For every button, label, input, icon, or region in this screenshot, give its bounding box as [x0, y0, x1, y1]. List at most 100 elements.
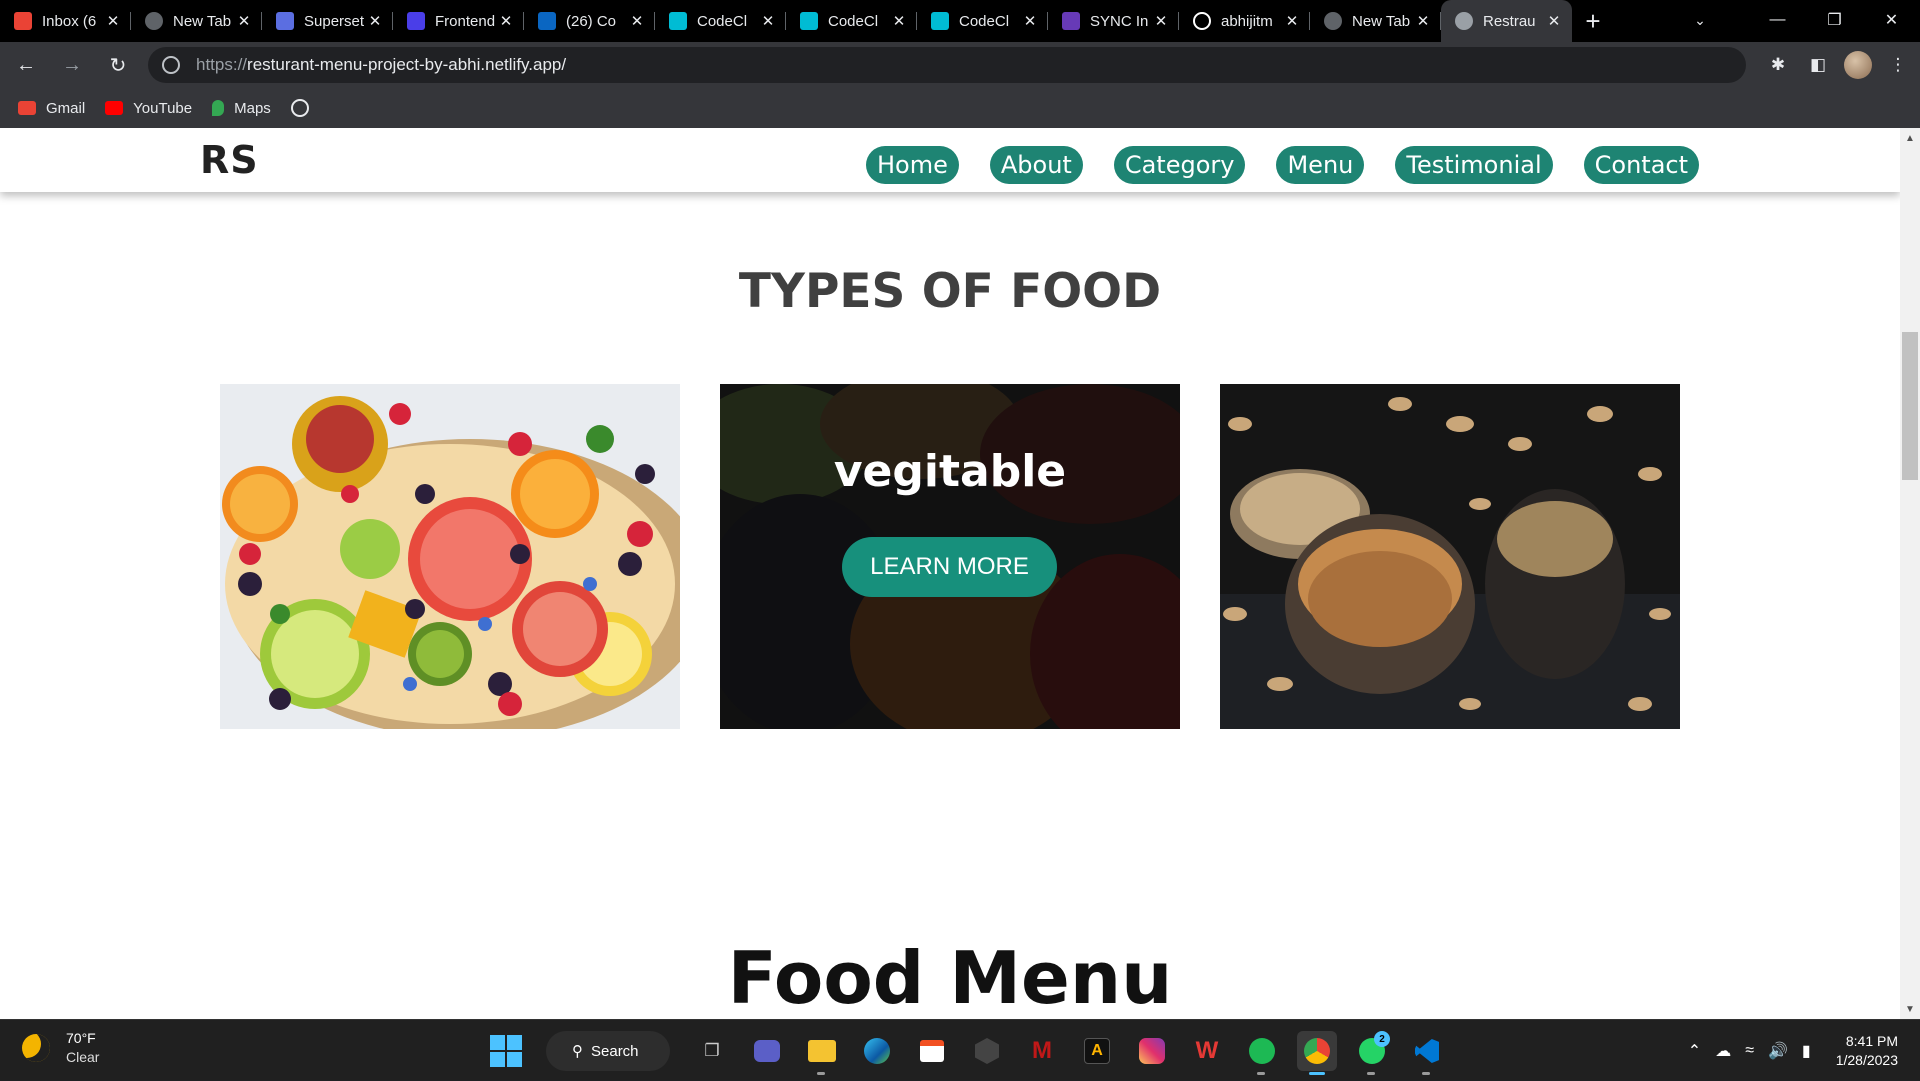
close-tab-icon[interactable]: ✕	[758, 11, 778, 31]
nav-testimonial[interactable]: Testimonial	[1395, 146, 1553, 184]
browser-tab[interactable]: abhijitm ✕	[1179, 0, 1310, 42]
restore-button[interactable]: ❐	[1806, 0, 1863, 40]
section-title: TYPES OF FOOD	[738, 264, 1162, 319]
close-tab-icon[interactable]: ✕	[1020, 11, 1040, 31]
browser-tab[interactable]: SYNC In ✕	[1048, 0, 1179, 42]
r-icon	[407, 12, 425, 30]
wifi-icon[interactable]: ≈	[1745, 1042, 1754, 1060]
teams-chat-icon[interactable]	[747, 1031, 787, 1071]
mcafee-icon[interactable]: M	[1022, 1031, 1062, 1071]
scroll-up-icon[interactable]: ▲	[1900, 128, 1920, 148]
globe-icon	[290, 99, 309, 117]
grains-image	[1220, 384, 1680, 729]
menu-icon[interactable]: ⋮	[1878, 45, 1918, 85]
scroll-thumb[interactable]	[1902, 332, 1918, 480]
close-tab-icon[interactable]: ✕	[1151, 11, 1171, 31]
food-card-grains[interactable]	[1220, 384, 1680, 729]
close-tab-icon[interactable]: ✕	[496, 11, 516, 31]
food-card-fruits[interactable]	[220, 384, 680, 729]
learn-more-button[interactable]: LEARN MORE	[842, 537, 1057, 597]
whatsapp-icon[interactable]: 2	[1352, 1031, 1392, 1075]
tab-title: New Tab	[173, 12, 232, 30]
address-bar[interactable]: https://resturant-menu-project-by-abhi.n…	[148, 47, 1746, 83]
browser-tab[interactable]: Superset ✕	[262, 0, 393, 42]
close-tab-icon[interactable]: ✕	[1413, 11, 1433, 31]
bookmark-maps[interactable]: Maps	[212, 100, 271, 117]
close-tab-icon[interactable]: ✕	[627, 11, 647, 31]
site-info-icon[interactable]	[162, 56, 180, 74]
superset-icon	[276, 12, 294, 30]
spotify-icon[interactable]	[1242, 1031, 1282, 1075]
whatsapp-badge: 2	[1374, 1031, 1390, 1047]
clock-time: 8:41 PM	[1845, 1032, 1898, 1049]
tab-search-icon[interactable]: ⌄	[1680, 0, 1720, 40]
clock-date: 1/28/2023	[1835, 1051, 1898, 1068]
browser-tab[interactable]: CodeCl ✕	[917, 0, 1048, 42]
site-nav: Home About Category Menu Testimonial Con…	[835, 146, 1699, 184]
browser-tab[interactable]: Frontend ✕	[393, 0, 524, 42]
system-tray: ⌃ ☁ ≈ 🔊 ▮ 8:41 PM 1/28/2023	[1681, 1020, 1920, 1081]
file-explorer-icon[interactable]	[802, 1031, 842, 1075]
close-tab-icon[interactable]: ✕	[365, 11, 385, 31]
edge-icon[interactable]	[857, 1031, 897, 1071]
bookmark-label: Maps	[234, 99, 271, 117]
browser-tab[interactable]: New Tab ✕	[131, 0, 262, 42]
back-button[interactable]: ←	[6, 45, 46, 85]
bookmark-gmail[interactable]: Gmail	[18, 100, 85, 117]
volume-icon[interactable]: 🔊	[1768, 1041, 1788, 1061]
side-panel-icon[interactable]: ◧	[1798, 45, 1838, 85]
clock[interactable]: 8:41 PM 1/28/2023	[1836, 1032, 1898, 1070]
a-app-icon[interactable]: A	[1077, 1031, 1117, 1071]
battery-icon[interactable]: ▮	[1802, 1041, 1811, 1061]
wps-icon[interactable]: W	[1187, 1031, 1227, 1071]
nav-contact[interactable]: Contact	[1583, 146, 1699, 184]
scroll-down-icon[interactable]: ▼	[1900, 999, 1920, 1019]
vscode-icon[interactable]	[1407, 1031, 1447, 1075]
close-tab-icon[interactable]: ✕	[889, 11, 909, 31]
nav-home[interactable]: Home	[865, 146, 959, 184]
task-view-icon[interactable]: ❐	[692, 1031, 732, 1071]
bookmark-globe[interactable]	[290, 99, 309, 117]
page-scrollbar[interactable]: ▲ ▼	[1900, 128, 1920, 1019]
gmail-icon	[14, 12, 32, 30]
site-header: RS Home About Category Menu Testimonial …	[0, 128, 1900, 192]
nav-category[interactable]: Category	[1113, 146, 1246, 184]
nav-menu[interactable]: Menu	[1276, 146, 1365, 184]
instagram-icon[interactable]	[1132, 1031, 1172, 1071]
profile-avatar[interactable]	[1844, 51, 1872, 79]
site-logo[interactable]: RS	[200, 138, 259, 182]
store-icon[interactable]	[912, 1031, 952, 1071]
onedrive-icon[interactable]: ☁	[1715, 1041, 1731, 1061]
weather-condition: Clear	[66, 1049, 100, 1065]
browser-tab[interactable]: Inbox (6 ✕	[0, 0, 131, 42]
shield-app-icon[interactable]	[967, 1031, 1007, 1071]
new-tab-button[interactable]: +	[1572, 0, 1614, 42]
forward-button[interactable]: →	[52, 45, 92, 85]
bookmark-youtube[interactable]: YouTube	[105, 100, 192, 117]
browser-tab[interactable]: New Tab ✕	[1310, 0, 1441, 42]
chrome-icon[interactable]	[1297, 1031, 1337, 1075]
close-tab-icon[interactable]: ✕	[1544, 11, 1564, 31]
tab-title: (26) Co	[566, 12, 617, 30]
extensions-icon[interactable]: ✱	[1758, 45, 1798, 85]
globe-icon	[1455, 12, 1473, 30]
close-tab-icon[interactable]: ✕	[103, 11, 123, 31]
minimize-button[interactable]: —	[1749, 0, 1806, 40]
browser-tab[interactable]: (26) Co ✕	[524, 0, 655, 42]
browser-tab[interactable]: CodeCl ✕	[655, 0, 786, 42]
close-tab-icon[interactable]: ✕	[234, 11, 254, 31]
browser-tab[interactable]: CodeCl ✕	[786, 0, 917, 42]
close-window-button[interactable]: ✕	[1863, 0, 1920, 40]
linkedin-icon	[538, 12, 556, 30]
browser-tab[interactable]: Restrau ✕	[1441, 0, 1572, 42]
reload-button[interactable]: ↻	[98, 45, 138, 85]
bookmark-label: YouTube	[133, 99, 193, 117]
food-card-vegetable[interactable]: vegitable LEARN MORE	[720, 384, 1180, 729]
tab-title: Frontend	[435, 12, 496, 30]
nav-about[interactable]: About	[989, 146, 1083, 184]
chevron-up-icon[interactable]: ⌃	[1688, 1041, 1701, 1061]
weather-widget[interactable]: 70°F Clear	[22, 1030, 99, 1065]
close-tab-icon[interactable]: ✕	[1282, 11, 1302, 31]
start-button[interactable]	[490, 1035, 522, 1067]
taskbar-search[interactable]: ⚲ Search	[546, 1031, 670, 1071]
